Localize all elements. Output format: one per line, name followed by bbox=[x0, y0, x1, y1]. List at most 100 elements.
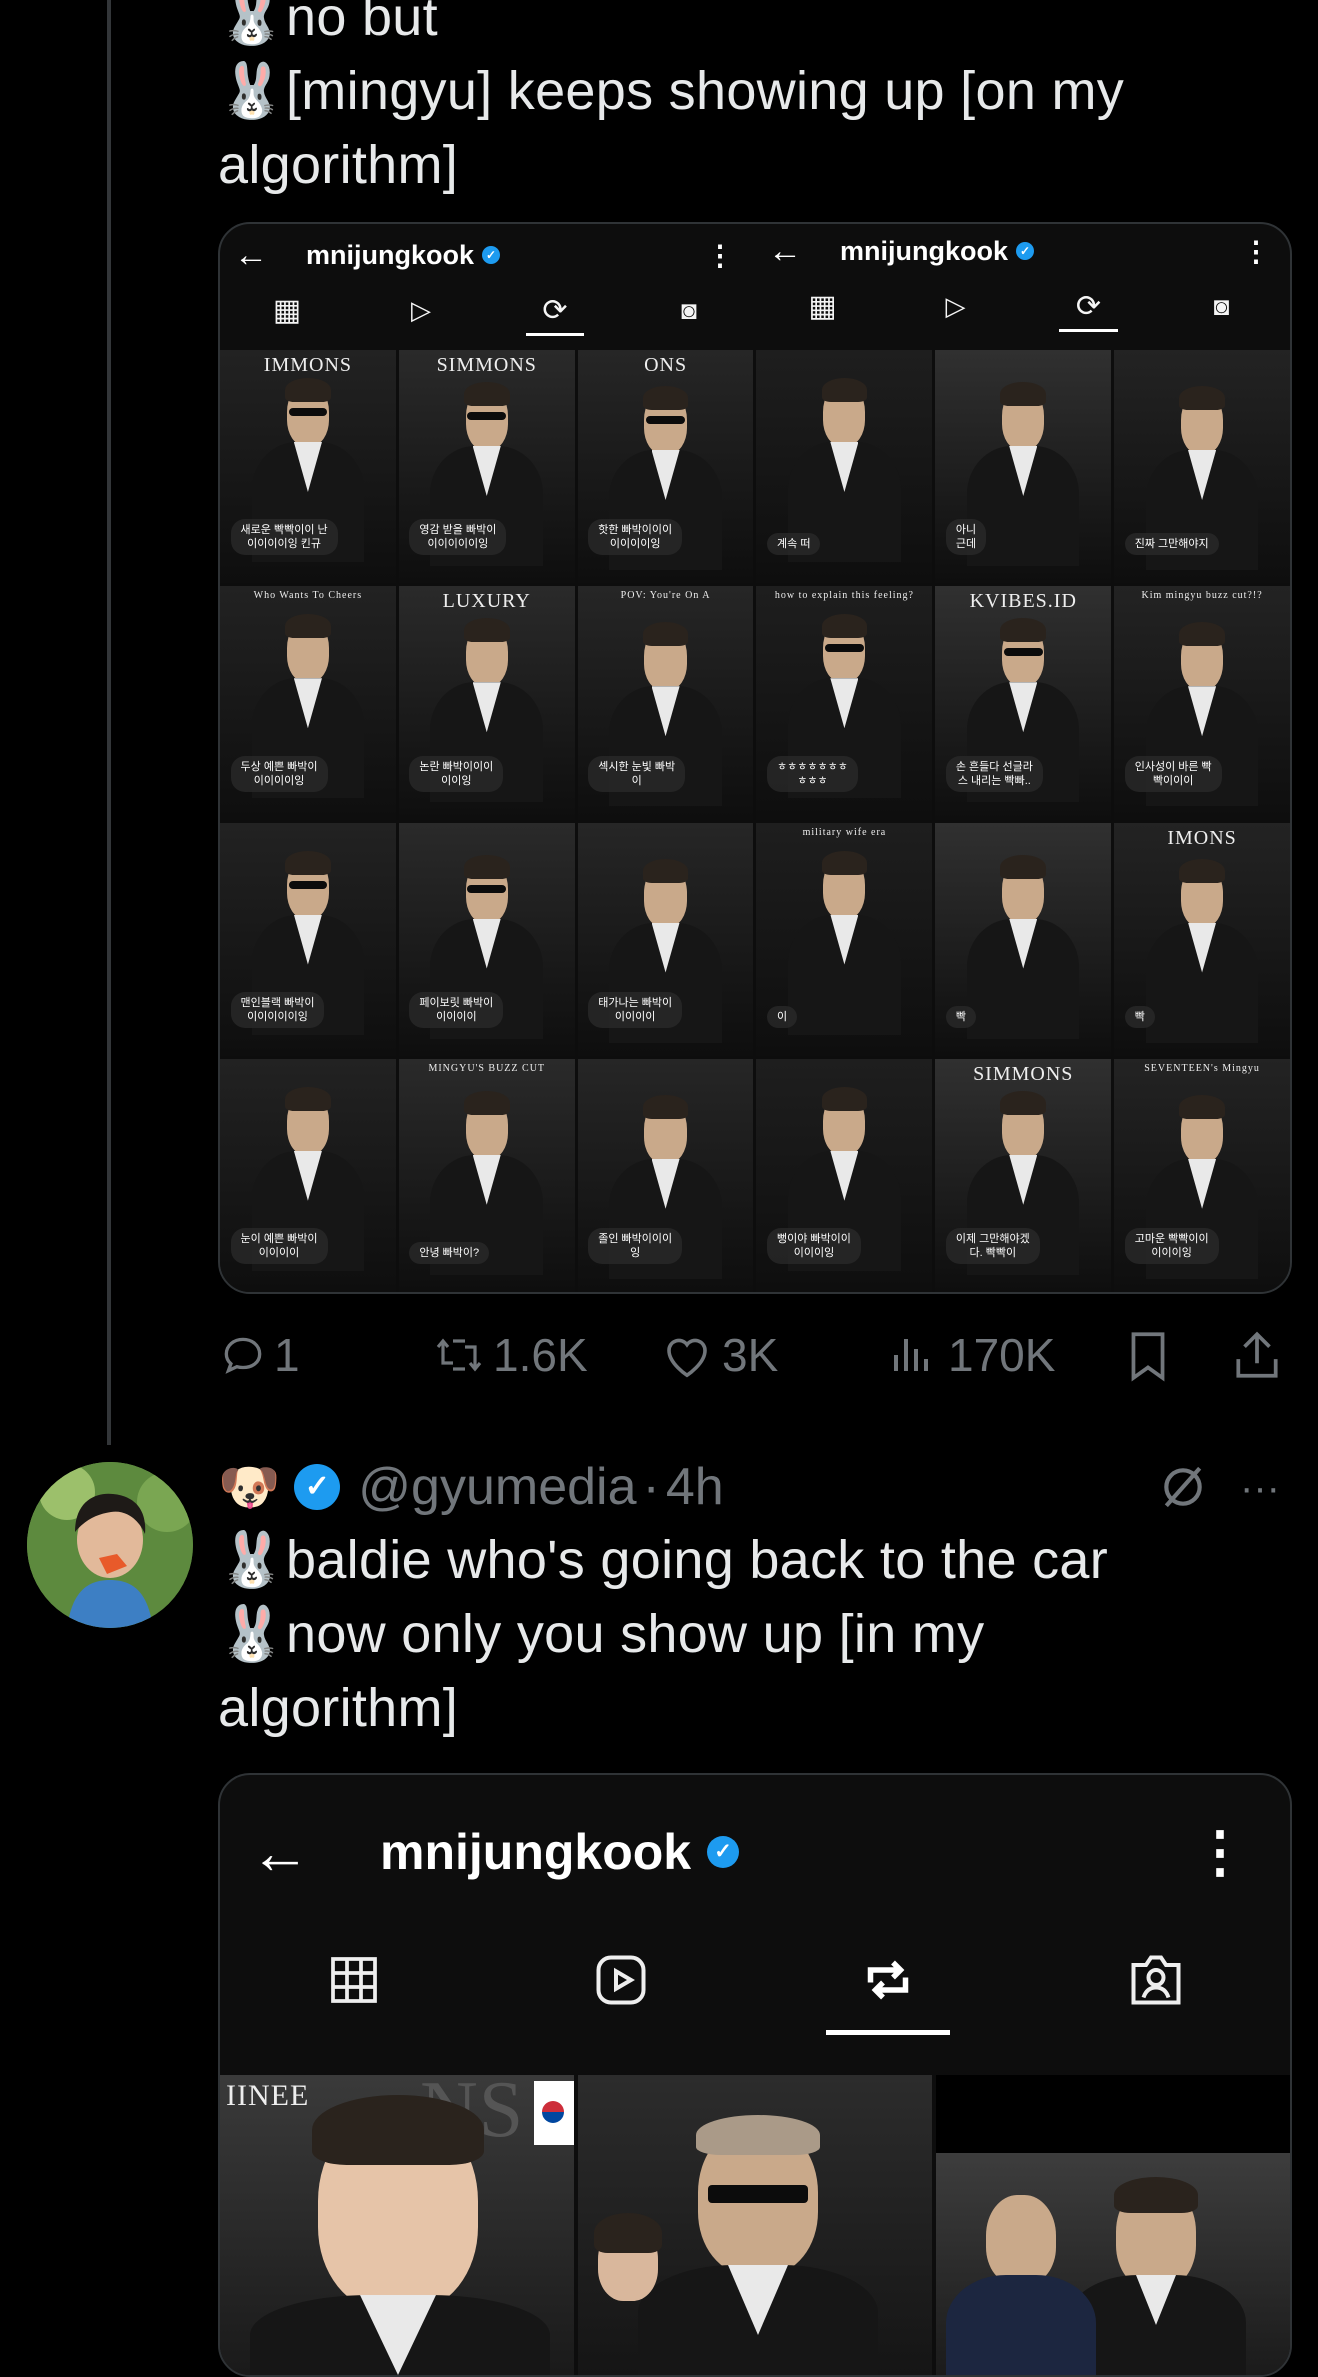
tweet-timestamp[interactable]: 4h bbox=[666, 1457, 724, 1517]
person-hair bbox=[285, 614, 331, 639]
tab-reposts[interactable] bbox=[754, 1925, 1022, 2035]
tab-grid[interactable] bbox=[220, 1925, 487, 2035]
profile-username: mnijungkook bbox=[380, 1824, 692, 1880]
tweet-line-text: algorithm] bbox=[218, 1678, 459, 1738]
tab-tagged[interactable]: ◙ bbox=[622, 284, 756, 336]
tile-caption: 인사성이 바른 빡 빡이이이 bbox=[1124, 755, 1222, 792]
reel-tile[interactable]: 페이보릿 빠박이 이이이이 bbox=[398, 822, 575, 1056]
reel-tile[interactable]: military wife era 이 bbox=[756, 822, 933, 1056]
sunglasses bbox=[1003, 648, 1043, 657]
profile-tabs: ▦ ▷ ⟳ ◙ bbox=[756, 280, 1290, 332]
reel-tile[interactable]: 태가나는 빠박이 이이이이 bbox=[577, 822, 754, 1056]
reel-tile[interactable]: KVIBES.ID 손 흔들다 선글라 스 내리는 빡빠.. bbox=[935, 586, 1112, 820]
more-menu-icon[interactable]: ⋮ bbox=[1242, 235, 1270, 268]
reel-tile[interactable]: 빡 bbox=[935, 822, 1112, 1056]
tab-reposts[interactable]: ⟳ bbox=[488, 284, 622, 336]
reel-tile[interactable]: 진짜 그만해야지 bbox=[1114, 350, 1290, 584]
attached-image[interactable]: ← mnijungkook ✓ ⋮ IINEE NS bbox=[218, 1773, 1292, 2377]
tab-tagged[interactable]: ◙ bbox=[1155, 280, 1288, 332]
tab-reels[interactable] bbox=[487, 1925, 754, 2035]
tab-reels[interactable]: ▷ bbox=[354, 284, 488, 336]
heart-icon bbox=[667, 1338, 707, 1378]
like-count: 3K bbox=[722, 1329, 779, 1381]
reel-tile[interactable]: LUXURY 논란 빠박이이이 이이잉 bbox=[398, 586, 575, 820]
reel-tile[interactable]: POV: You're On A 섹시한 눈빛 빠박 이 bbox=[577, 586, 754, 820]
reel-tile[interactable] bbox=[578, 2075, 932, 2375]
reel-tile[interactable]: Kim mingyu buzz cut?!? 인사성이 바른 빡 빡이이이 bbox=[1114, 586, 1290, 820]
verified-badge-icon: ✓ bbox=[294, 1464, 341, 1510]
reel-tile[interactable]: 계속 떠 bbox=[756, 350, 933, 584]
tile-top-text: Kim mingyu buzz cut?!? bbox=[1141, 590, 1263, 602]
back-arrow-icon[interactable]: ← bbox=[234, 236, 268, 275]
tab-reels[interactable]: ▷ bbox=[889, 280, 1022, 332]
reel-tile[interactable]: IMONS 빡 bbox=[1114, 822, 1290, 1056]
bookmark-icon bbox=[1131, 1332, 1165, 1382]
back-arrow-icon[interactable]: ← bbox=[768, 232, 802, 271]
tweet-author-row: 🐶 ✓ @gyumedia · 4h bbox=[218, 1452, 724, 1522]
reel-tile[interactable] bbox=[936, 2075, 1290, 2375]
profile-username: mnijungkook bbox=[840, 235, 1008, 266]
grid-icon bbox=[330, 1957, 377, 2003]
reel-tile[interactable]: how to explain this feeling? ㅎㅎㅎㅎㅎㅎㅎ ㅎㅎㅎ bbox=[756, 586, 933, 820]
reel-tile[interactable]: SIMMONS 이제 그만해야겠 다. 빡빡이 bbox=[935, 1058, 1112, 1292]
reply-button[interactable]: 1 bbox=[218, 1328, 300, 1382]
person-hair bbox=[285, 378, 331, 402]
more-menu-icon[interactable]: ⋮ bbox=[706, 239, 734, 272]
attached-image[interactable]: ← mnijungkook ✓ ⋮ ← mnijungkook ✓ ⋮ ▦ ▷ … bbox=[218, 222, 1292, 1294]
tile-caption: 고마운 빡빡이이 이이이잉 bbox=[1124, 1228, 1219, 1265]
views-count: 170K bbox=[948, 1329, 1056, 1381]
sunglasses bbox=[467, 412, 507, 420]
reel-tile[interactable]: 아니 근데 bbox=[935, 350, 1112, 584]
reel-tile[interactable]: 뻥이야 빠박이이 이이이잉 bbox=[756, 1058, 933, 1292]
repost-button[interactable]: 1.6K bbox=[433, 1328, 588, 1382]
tagged-icon: ◙ bbox=[681, 294, 697, 325]
reply-count: 1 bbox=[274, 1329, 300, 1381]
tile-caption: 손 흔들다 선글라 스 내리는 빡빠.. bbox=[945, 755, 1043, 792]
person-hair bbox=[642, 858, 689, 883]
tab-reposts[interactable]: ⟳ bbox=[1022, 280, 1155, 332]
reel-tile[interactable]: SIMMONS 영감 받을 빠박이 이이이이이잉 bbox=[398, 350, 575, 584]
reel-tile[interactable]: 눈이 예쁜 빠박이 이이이이 bbox=[220, 1058, 396, 1292]
more-options-icon[interactable]: ··· bbox=[1240, 1466, 1280, 1511]
grok-icon[interactable] bbox=[1158, 1462, 1208, 1512]
tagged-icon bbox=[1131, 1955, 1181, 2005]
person-hair bbox=[285, 850, 331, 875]
person-hair bbox=[1179, 1094, 1225, 1119]
tile-top-text: SIMMONS bbox=[973, 1062, 1074, 1085]
reel-tile[interactable]: ONS 핫한 빠박이이이 이이이이잉 bbox=[577, 350, 754, 584]
more-menu-icon[interactable]: ⋮ bbox=[1192, 1819, 1248, 1885]
back-arrow-icon[interactable]: ← bbox=[250, 1818, 310, 1887]
author-handle[interactable]: @gyumedia bbox=[358, 1457, 636, 1517]
share-button[interactable] bbox=[1232, 1328, 1282, 1382]
profile-header: ← mnijungkook ✓ ⋮ bbox=[234, 230, 754, 280]
repost-icon: ⟳ bbox=[1075, 289, 1102, 323]
sunglasses bbox=[646, 416, 685, 424]
reel-tile[interactable]: MINGYU'S BUZZ CUT 안녕 빠박이? bbox=[398, 1058, 575, 1292]
tile-top-text: ONS bbox=[644, 354, 688, 376]
tile-caption: 계속 떠 bbox=[767, 533, 821, 556]
tile-caption: 두상 예쁜 빠박이 이이이이잉 bbox=[230, 755, 328, 792]
tab-grid[interactable]: ▦ bbox=[220, 284, 354, 336]
avatar[interactable] bbox=[27, 1462, 193, 1628]
reel-tile[interactable]: SEVENTEEN's Mingyu 고마운 빡빡이이 이이이잉 bbox=[1114, 1058, 1290, 1292]
tab-tagged[interactable] bbox=[1022, 1925, 1290, 2035]
tile-caption: 빡 bbox=[945, 1005, 976, 1028]
bookmark-button[interactable] bbox=[1123, 1328, 1173, 1382]
reel-tile[interactable]: 맨인블랙 빠박이 이이이이이잉 bbox=[220, 822, 396, 1056]
reel-tile[interactable]: 졸인 빠박이이이 잉 bbox=[577, 1058, 754, 1292]
person-hair bbox=[821, 1086, 868, 1111]
reel-tile[interactable]: Who Wants To Cheers 두상 예쁜 빠박이 이이이이잉 bbox=[220, 586, 396, 820]
tweet-line-text: no but bbox=[286, 0, 438, 47]
reel-tile[interactable]: IMMONS 새로운 빡빡이이 난 이이이이잉 킨규 bbox=[220, 350, 396, 584]
person-hair bbox=[285, 1086, 331, 1111]
person-hair bbox=[1179, 386, 1225, 410]
like-button[interactable]: 3K bbox=[660, 1328, 778, 1382]
tab-grid[interactable]: ▦ bbox=[756, 280, 889, 332]
separator-dot: · bbox=[642, 1458, 660, 1516]
tweet-line: 🐰no but bbox=[218, 0, 1124, 54]
tile-top-text: SIMMONS bbox=[436, 354, 537, 376]
reels-grid: IMMONS 새로운 빡빡이이 난 이이이이잉 킨규 SIMMONS 영감 받을 빠박… bbox=[220, 350, 1290, 1292]
views-button[interactable]: 170K bbox=[888, 1328, 1055, 1382]
tile-caption: 새로운 빡빡이이 난 이이이이잉 킨규 bbox=[230, 519, 338, 556]
reel-tile[interactable]: IINEE NS bbox=[220, 2075, 574, 2375]
